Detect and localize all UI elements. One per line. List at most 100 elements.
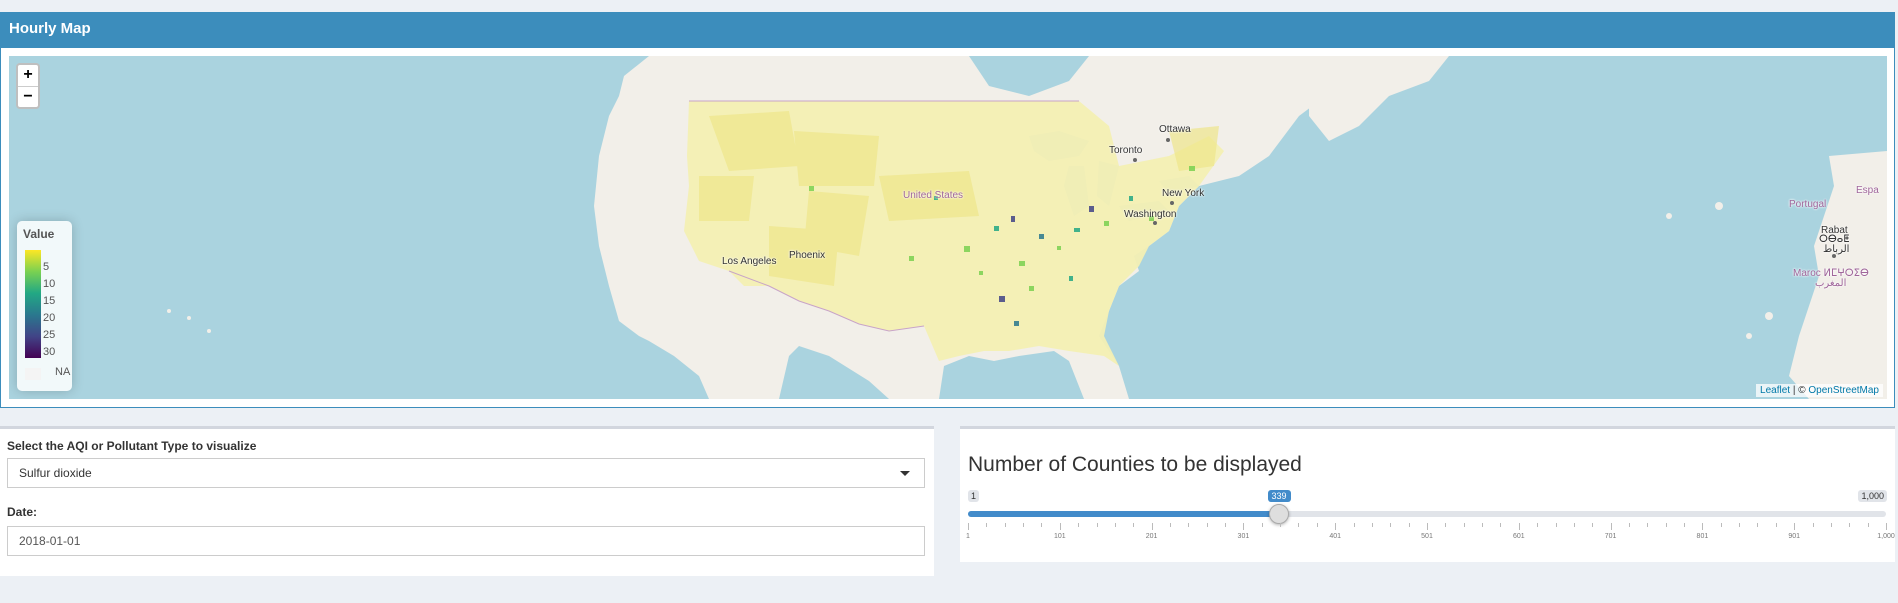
basemap-svg (167, 56, 1887, 399)
slider-grid-tick (1096, 523, 1098, 527)
openstreetmap-link[interactable]: OpenStreetMap (1808, 385, 1879, 396)
slider-grid-tick (1243, 523, 1245, 530)
legend-color-bar (25, 250, 41, 358)
filter-form-box: Select the AQI or Pollutant Type to visu… (0, 426, 934, 576)
slider-grid-tick (1665, 523, 1667, 527)
label-espana: Espa (1856, 185, 1879, 196)
label-rabat-arabic: الرباط (1823, 244, 1850, 255)
slider-grid-label: 301 (1237, 533, 1250, 540)
slider-grid-tick (1500, 523, 1502, 527)
slider-grid-tick (1261, 523, 1263, 527)
slider-min-label: 1 (968, 490, 980, 502)
slider-track[interactable] (968, 511, 1886, 517)
legend-tick: 15 (43, 295, 56, 307)
slider-grid-tick (1353, 523, 1355, 527)
legend-tick: 5 (43, 261, 50, 273)
label-toronto: Toronto (1109, 145, 1143, 156)
legend-title: Value (23, 227, 55, 241)
slider-grid-tick (1023, 523, 1025, 527)
leaflet-link[interactable]: Leaflet (1760, 385, 1790, 396)
slider-grid-tick (1592, 523, 1594, 527)
slider-grid-label: 901 (1788, 533, 1801, 540)
slider-grid-tick (1794, 523, 1796, 530)
slider-grid-tick (986, 523, 988, 527)
slider-grid-tick (1059, 523, 1061, 530)
slider-grid-label: 201 (1145, 533, 1158, 540)
zoom-in-button[interactable]: + (18, 65, 38, 86)
slider-grid-tick (1739, 523, 1741, 527)
legend-na-label: NA (55, 366, 71, 378)
slider-grid: 1 101 201 301 401 501 601 701 801 901 1,000 (966, 523, 1895, 543)
legend-tick: 30 (43, 346, 56, 358)
slider-grid-label: 401 (1329, 533, 1342, 540)
zoom-control: + − (16, 63, 40, 109)
slider-grid-tick (1445, 523, 1447, 527)
slider-grid-tick (1830, 523, 1832, 527)
pollutant-select-value: Sulfur dioxide (19, 466, 92, 480)
slider-handle[interactable] (1268, 504, 1289, 524)
slider-grid-tick (1280, 523, 1282, 527)
slider-grid-label: 601 (1512, 533, 1525, 540)
slider-grid-tick (1371, 523, 1373, 527)
label-portugal: Portugal (1789, 199, 1827, 210)
attribution-separator: | © (1790, 385, 1809, 396)
pollutant-select[interactable]: Sulfur dioxide (7, 458, 925, 488)
slider-grid-tick (1812, 523, 1814, 527)
slider-grid-tick (1004, 523, 1006, 527)
slider-grid-tick (1335, 523, 1337, 530)
slider-title: Number of Counties to be displayed (968, 453, 1302, 476)
legend-tick: 10 (43, 278, 56, 290)
slider-grid-tick (1206, 523, 1208, 527)
map-box-title: Hourly Map (1, 12, 1894, 48)
date-input[interactable]: 2018-01-01 (7, 526, 925, 556)
label-united-states: United States (903, 190, 964, 201)
slider-value-label: 339 (1267, 490, 1291, 502)
slider-grid-tick (1041, 523, 1043, 527)
slider-grid-tick (1463, 523, 1465, 527)
slider-grid-label: 1 (966, 533, 970, 540)
slider-grid-tick (1849, 523, 1851, 527)
slider-grid-tick (1775, 523, 1777, 527)
leaflet-map[interactable]: Ottawa Toronto New York Washington Unite… (9, 56, 1887, 399)
hourly-map-box: Hourly Map Ottawa Toronto New York Washi… (0, 12, 1895, 408)
label-ottawa: Ottawa (1159, 124, 1191, 135)
slider-grid-tick (1408, 523, 1410, 527)
slider-grid-tick (1555, 523, 1557, 527)
legend-tick: 25 (43, 329, 56, 341)
slider-grid-tick (1537, 523, 1539, 527)
slider-grid-tick (1573, 523, 1575, 527)
slider-grid-tick (1518, 523, 1520, 530)
map-legend: Value 5 10 15 20 25 30 NA (17, 221, 72, 391)
slider-grid-tick (1886, 523, 1887, 530)
date-label: Date: (7, 505, 38, 519)
pollutant-select-label: Select the AQI or Pollutant Type to visu… (7, 439, 257, 453)
label-phoenix: Phoenix (789, 250, 826, 261)
slider-track-fill (968, 511, 1279, 517)
slider-grid-label: 801 (1696, 533, 1709, 540)
slider-grid-tick (1316, 523, 1318, 527)
slider-grid-tick (1757, 523, 1759, 527)
slider-grid-tick (1610, 523, 1612, 530)
slider-grid-tick (1225, 523, 1227, 527)
legend-ticks: 5 10 15 20 25 30 (43, 259, 55, 361)
map-attribution: Leaflet | © OpenStreetMap (1756, 384, 1883, 397)
slider-grid-tick (968, 523, 969, 530)
county-slider-box: Number of Counties to be displayed 1 1,0… (960, 426, 1895, 562)
chevron-down-icon (900, 471, 910, 476)
label-maroc-arabic: المغرب (1815, 278, 1847, 289)
label-new-york: New York (1162, 188, 1205, 199)
slider-grid-tick (1867, 523, 1869, 527)
slider-grid-tick (1647, 523, 1649, 527)
slider-grid-tick (1702, 523, 1704, 530)
label-washington: Washington (1124, 209, 1177, 220)
slider-grid-tick (1169, 523, 1171, 527)
slider-grid-tick (1684, 523, 1686, 527)
slider-max-label: 1,000 (1858, 490, 1887, 502)
canada-east-land (1309, 56, 1449, 141)
zoom-out-button[interactable]: − (18, 86, 38, 107)
legend-tick: 20 (43, 312, 56, 324)
slider-grid-tick (1298, 523, 1300, 527)
slider-grid-label: 1,000 (1877, 533, 1895, 540)
slider-grid-tick (1482, 523, 1484, 527)
slider-grid-tick (1628, 523, 1630, 527)
